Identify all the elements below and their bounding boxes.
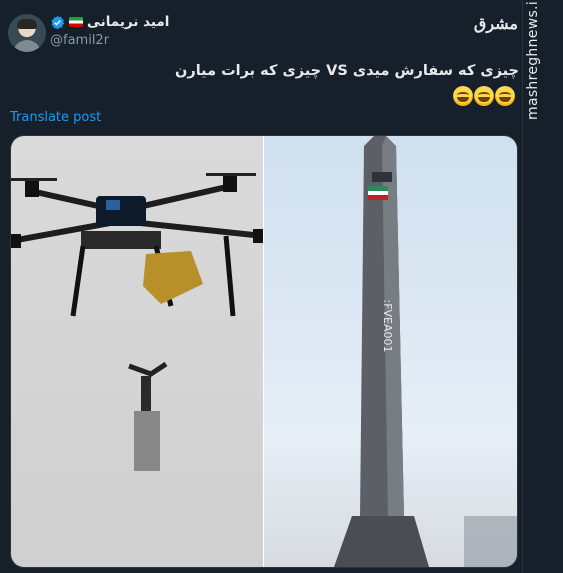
laughing-tears-emoji-icon: [495, 86, 515, 106]
avatar[interactable]: [8, 14, 46, 52]
divider-vertical: [522, 0, 523, 573]
watermark-site: mashreghnews.ir: [525, 0, 541, 120]
iran-flag-icon: [69, 17, 83, 27]
author-name-row: امید نریمانی: [50, 12, 169, 32]
emoji-row: [453, 86, 515, 106]
author-handle[interactable]: @famil2r: [50, 33, 109, 48]
verified-badge-icon: [50, 15, 65, 30]
laughing-tears-emoji-icon: [453, 86, 473, 106]
laughing-tears-emoji-icon: [474, 86, 494, 106]
tweet-media[interactable]: :FVEA001: [10, 135, 518, 568]
translate-post-link[interactable]: Translate post: [10, 110, 101, 125]
rocket-marking: :FVEA001: [381, 299, 394, 352]
watermark-logo: مشرق: [473, 14, 518, 33]
author-display-name[interactable]: امید نریمانی: [87, 14, 169, 30]
tweet-text: چیزی که سفارش میدی VS چیزی که برات میارن: [175, 63, 519, 79]
rocket-image: :FVEA001: [264, 136, 517, 567]
drone-image: [11, 136, 263, 567]
